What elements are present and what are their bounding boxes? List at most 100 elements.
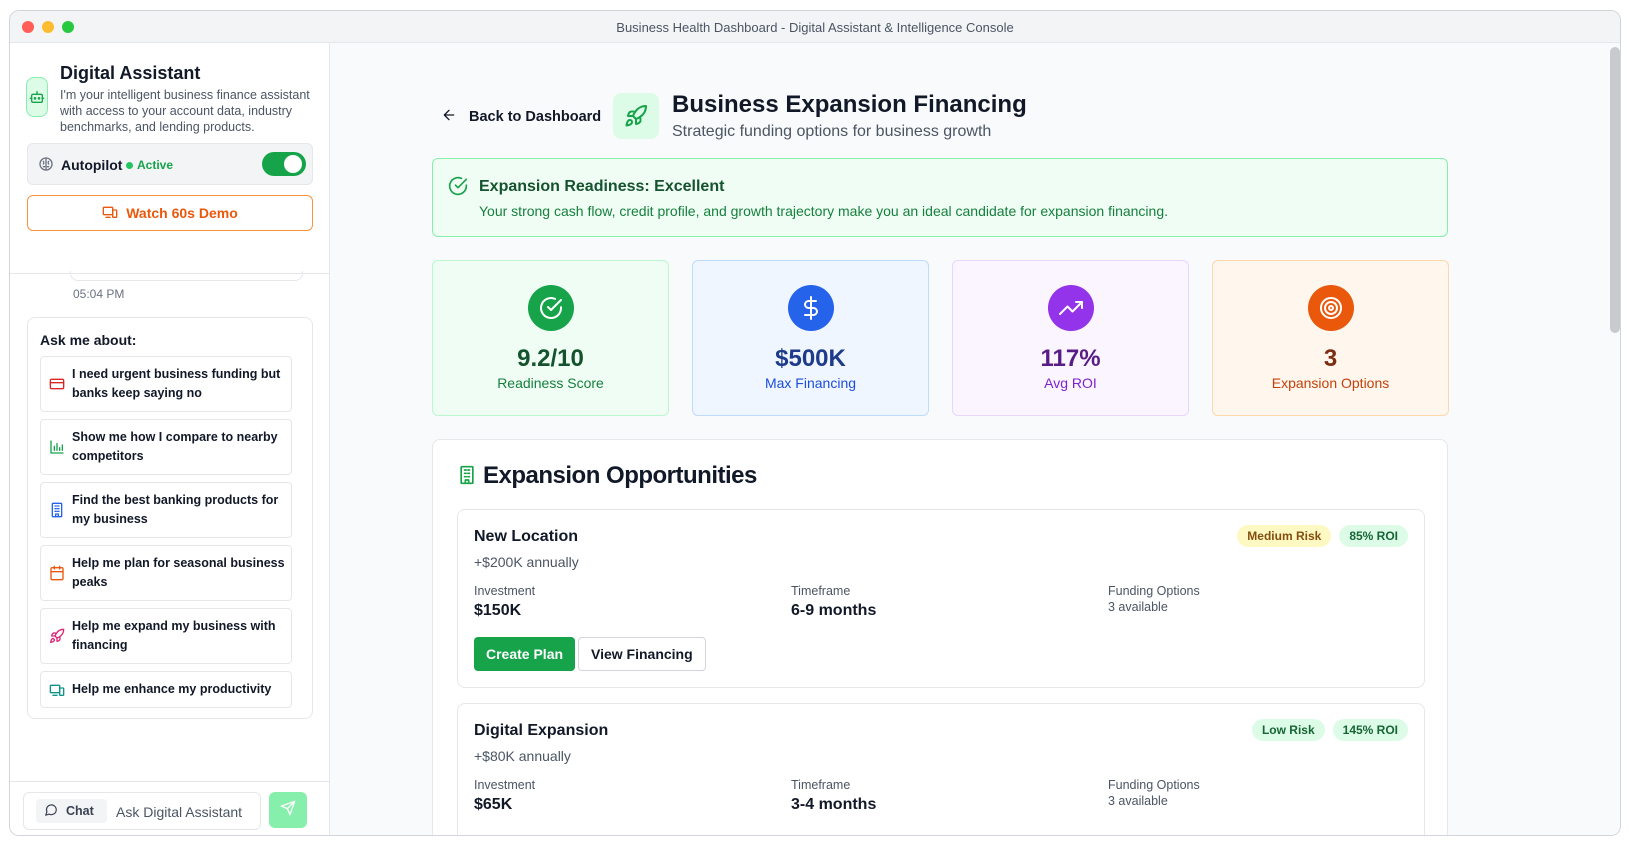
- devices-icon: [102, 204, 118, 223]
- stat-value: $500K: [775, 345, 846, 372]
- stat-label: Readiness Score: [497, 375, 604, 391]
- suggestion-urgent-funding[interactable]: I need urgent business funding but banks…: [40, 356, 292, 412]
- assistant-title: Digital Assistant: [60, 63, 201, 83]
- funding-options-label: Funding Options: [1108, 778, 1200, 792]
- calendar-icon: [49, 565, 65, 586]
- investment-label: Investment: [474, 778, 536, 792]
- title-bar: Business Health Dashboard - Digital Assi…: [10, 11, 1620, 43]
- suggestion-productivity[interactable]: Help me enhance my productivity: [40, 671, 292, 708]
- back-to-dashboard-button[interactable]: Back to Dashboard: [441, 107, 601, 127]
- window-title: Business Health Dashboard - Digital Assi…: [616, 20, 1014, 35]
- suggestions-title: Ask me about:: [40, 332, 137, 348]
- stat-card-avg-roi: 117% Avg ROI: [952, 260, 1189, 416]
- autopilot-label: Autopilot: [61, 157, 123, 173]
- watch-demo-label: Watch 60s Demo: [126, 205, 238, 221]
- funding-options-label: Funding Options: [1108, 584, 1200, 598]
- stat-label: Expansion Options: [1271, 375, 1390, 391]
- opportunity-badges: Medium Risk 85% ROI: [1237, 525, 1408, 547]
- chat-mode-chip[interactable]: Chat: [36, 799, 107, 823]
- back-label: Back to Dashboard: [469, 109, 602, 125]
- suggestion-seasonal-peaks[interactable]: Help me plan for seasonal business peaks: [40, 545, 292, 601]
- investment-label: Investment: [474, 584, 536, 598]
- suggestion-label: I need urgent business funding but banks…: [72, 367, 281, 400]
- stat-card-max-financing: $500K Max Financing: [692, 260, 929, 416]
- assistant-description: I'm your intelligent business finance as…: [60, 88, 310, 134]
- previous-message-bubble: [70, 271, 303, 281]
- target-icon: [1308, 285, 1354, 331]
- funding-options-value: 3 available: [1108, 794, 1168, 808]
- send-button[interactable]: [269, 792, 307, 828]
- create-plan-button[interactable]: Create Plan: [474, 637, 576, 671]
- opportunity-name: Digital Expansion: [474, 722, 609, 739]
- opportunity-card: Digital Expansion +$80K annually Low Ris…: [457, 703, 1425, 835]
- autopilot-status-text: Active: [137, 158, 174, 172]
- credit-card-icon: [49, 376, 65, 397]
- app-window: Business Health Dashboard - Digital Assi…: [9, 10, 1621, 836]
- suggestion-label: Show me how I compare to nearby competit…: [72, 430, 278, 463]
- chat-bubble-icon: [44, 803, 58, 820]
- stat-label: Avg ROI: [1044, 375, 1097, 391]
- investment-value: $150K: [474, 602, 522, 619]
- devices-icon: [49, 682, 65, 703]
- timeframe-label: Timeframe: [791, 584, 851, 598]
- building-icon: [457, 465, 477, 490]
- rocket-icon: [613, 93, 659, 139]
- chat-history: 05:04 PM Ask me about: I need urgent bus…: [10, 271, 329, 745]
- view-financing-button[interactable]: View Financing: [578, 637, 706, 671]
- readiness-description: Your strong cash flow, credit profile, a…: [479, 203, 1168, 219]
- autopilot-status-badge: Active: [126, 158, 173, 172]
- roi-badge: 85% ROI: [1339, 525, 1408, 547]
- status-dot-icon: [126, 161, 133, 169]
- page-subtitle: Strategic funding options for business g…: [672, 123, 992, 140]
- toggle-knob: [284, 155, 302, 173]
- rocket-icon: [49, 628, 65, 649]
- bar-chart-icon: [49, 439, 65, 460]
- roi-badge: 145% ROI: [1332, 719, 1408, 741]
- arrow-left-icon: [441, 107, 457, 127]
- suggestion-banking-products[interactable]: Find the best banking products for my bu…: [40, 482, 292, 538]
- building-icon: [49, 502, 65, 523]
- chat-composer: Chat: [10, 781, 329, 835]
- main-content: Back to Dashboard Business Expansion Fin…: [330, 43, 1620, 835]
- suggestion-expand-business[interactable]: Help me expand my business with financin…: [40, 608, 292, 664]
- stat-value: 9.2/10: [517, 345, 584, 372]
- risk-badge: Low Risk: [1251, 719, 1325, 741]
- send-icon: [280, 800, 296, 821]
- brain-icon: [38, 156, 54, 177]
- timeframe-label: Timeframe: [791, 778, 851, 792]
- bot-icon: [26, 77, 48, 117]
- suggestion-label: Help me expand my business with financin…: [72, 619, 276, 652]
- suggestion-label: Help me enhance my productivity: [72, 682, 272, 696]
- trending-up-icon: [1048, 285, 1094, 331]
- scrollbar[interactable]: [1610, 47, 1620, 333]
- dollar-icon: [788, 285, 834, 331]
- opportunity-card: New Location +$200K annually Medium Risk…: [457, 509, 1425, 688]
- chat-input-wrapper: Chat: [23, 792, 261, 830]
- assistant-sidebar: Digital Assistant I'm your intelligent b…: [10, 43, 330, 835]
- chat-input[interactable]: [116, 801, 256, 823]
- assistant-header: Digital Assistant I'm your intelligent b…: [10, 43, 329, 274]
- suggestion-compare-competitors[interactable]: Show me how I compare to nearby competit…: [40, 419, 292, 475]
- opportunity-name: New Location: [474, 528, 579, 545]
- watch-demo-button[interactable]: Watch 60s Demo: [27, 195, 313, 231]
- check-circle-icon: [528, 285, 574, 331]
- check-circle-icon: [448, 176, 468, 201]
- timeframe-value: 3-4 months: [791, 796, 877, 813]
- page-title: Business Expansion Financing: [672, 91, 1027, 118]
- opportunity-return: +$200K annually: [474, 554, 579, 570]
- suggestion-label: Find the best banking products for my bu…: [72, 493, 279, 526]
- suggestions-panel: Ask me about: I need urgent business fun…: [27, 317, 313, 719]
- expansion-opportunities-panel: Expansion Opportunities New Location +$2…: [432, 439, 1448, 835]
- autopilot-toggle[interactable]: [262, 152, 306, 176]
- risk-badge: Medium Risk: [1237, 525, 1332, 547]
- autopilot-panel: Autopilot Active: [27, 143, 313, 185]
- investment-value: $65K: [474, 796, 513, 813]
- stat-value: 117%: [1040, 345, 1101, 372]
- stat-card-expansion-options: 3 Expansion Options: [1212, 260, 1449, 416]
- chat-chip-label: Chat: [66, 804, 94, 818]
- section-title: Expansion Opportunities: [483, 462, 757, 489]
- funding-options-value: 3 available: [1108, 600, 1168, 614]
- stat-card-readiness: 9.2/10 Readiness Score: [432, 260, 669, 416]
- opportunity-return: +$80K annually: [474, 748, 571, 764]
- stat-value: 3: [1323, 345, 1338, 372]
